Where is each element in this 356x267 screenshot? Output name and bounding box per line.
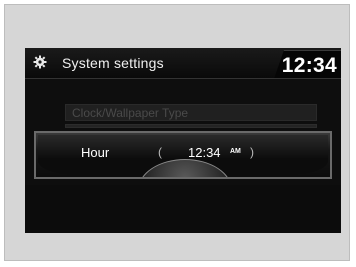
list-item-clock-wallpaper-type[interactable]: Clock/Wallpaper Type <box>65 104 317 121</box>
gear-icon <box>33 55 47 69</box>
header-bar: System settings 12:34 <box>25 48 341 79</box>
meridiem-indicator: AM <box>230 148 241 155</box>
time-value: 12:34 <box>188 145 221 160</box>
increase-arrow-icon[interactable]: ) <box>250 145 254 159</box>
list-item-obscured <box>65 124 317 128</box>
hour-adjust-popup[interactable]: Hour ( 12:34 AM ) <box>34 131 332 179</box>
time-value-selector[interactable]: ( 12:34 AM ) <box>158 144 254 162</box>
lower-screen-area <box>25 185 341 233</box>
selector-knob-graphic <box>138 159 232 177</box>
hour-label: Hour <box>81 145 110 160</box>
decrease-arrow-icon[interactable]: ( <box>158 145 162 159</box>
clock-display: 12:34 <box>281 54 337 77</box>
figure-frame: System settings 12:34 Clock/Wallpaper Ty… <box>4 4 350 261</box>
page-title: System settings <box>62 55 164 71</box>
header-divider <box>25 78 341 79</box>
list-item-label: Clock/Wallpaper Type <box>72 106 189 120</box>
clock-tab: 12:34 <box>274 50 341 79</box>
display-screen: System settings 12:34 Clock/Wallpaper Ty… <box>25 48 341 233</box>
